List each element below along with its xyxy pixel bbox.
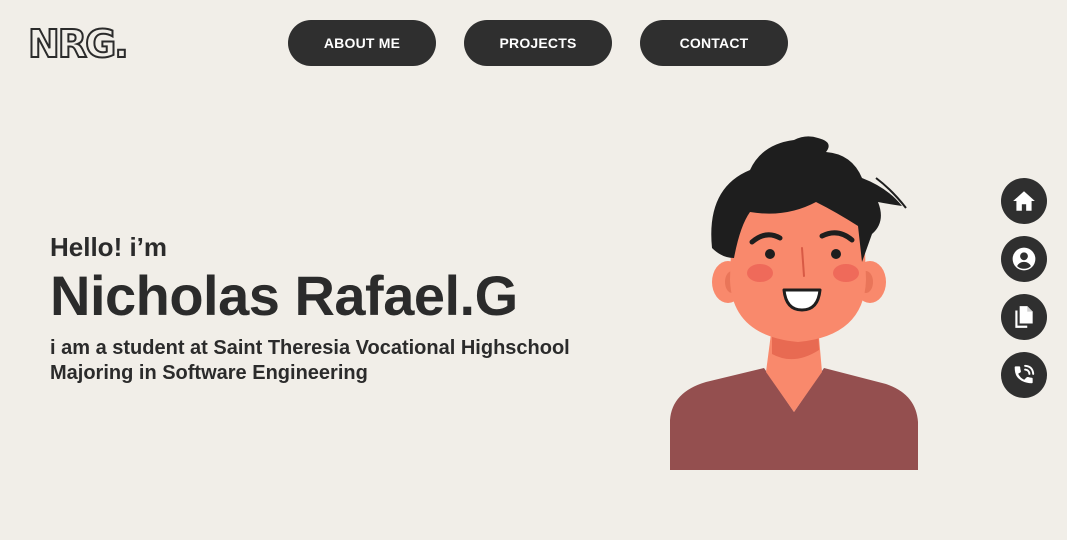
logo[interactable]: NRG. (27, 23, 130, 65)
profile-button[interactable] (1001, 236, 1047, 282)
side-icon-bar (1001, 178, 1047, 398)
page: NRG. ABOUT ME PROJECTS CONTACT Hello! i’… (0, 0, 1067, 540)
documents-icon (1015, 306, 1033, 328)
avatar-right-eye (831, 249, 841, 259)
home-icon (1013, 191, 1035, 211)
nav-projects-button[interactable]: PROJECTS (464, 20, 612, 66)
avatar-left-eye (765, 249, 775, 259)
nav-about-button[interactable]: ABOUT ME (288, 20, 436, 66)
bio: i am a student at Saint Theresia Vocatio… (50, 336, 570, 386)
phone-icon (1014, 364, 1035, 384)
nav-contact-button[interactable]: CONTACT (640, 20, 788, 66)
home-button[interactable] (1001, 178, 1047, 224)
top-nav: ABOUT ME PROJECTS CONTACT (288, 20, 788, 66)
hero-section: Hello! i’m Nicholas Rafael.G i am a stud… (50, 230, 570, 386)
profile-icon (1012, 247, 1036, 271)
phone-button[interactable] (1001, 352, 1047, 398)
documents-button[interactable] (1001, 294, 1047, 340)
greeting: Hello! i’m (50, 232, 168, 262)
bio-line-2: Majoring in Software Engineering (50, 362, 368, 384)
bio-line-1: i am a student at Saint Theresia Vocatio… (50, 337, 570, 359)
avatar-illustration (670, 136, 918, 470)
hero-name: Nicholas Rafael.G (50, 264, 518, 327)
avatar-mouth (782, 288, 822, 312)
avatar-left-cheek (747, 264, 773, 282)
avatar-right-cheek (833, 264, 859, 282)
